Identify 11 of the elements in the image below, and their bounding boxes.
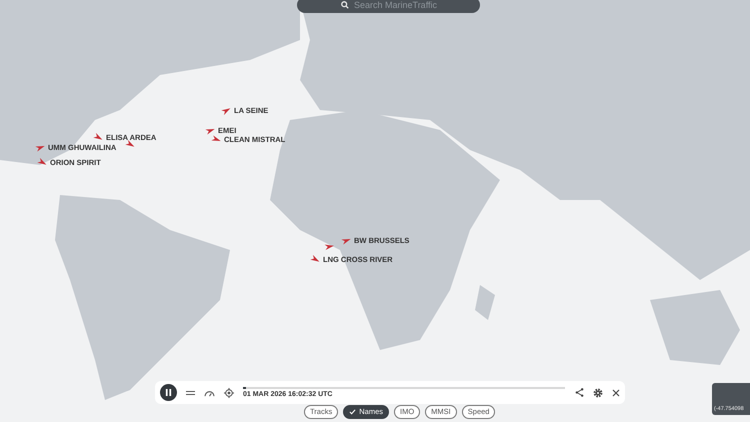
timeline-track[interactable] (243, 387, 565, 389)
settings-icon[interactable] (593, 388, 603, 398)
locate-icon[interactable] (224, 388, 234, 398)
pause-icon (165, 389, 172, 396)
check-icon (349, 409, 356, 415)
search-field[interactable]: Search MarineTraffic (297, 0, 480, 13)
close-icon[interactable] (612, 388, 620, 396)
share-icon[interactable] (575, 388, 584, 397)
speedometer-icon[interactable] (204, 388, 215, 396)
pause-button[interactable] (160, 384, 177, 401)
search-icon (341, 1, 349, 9)
